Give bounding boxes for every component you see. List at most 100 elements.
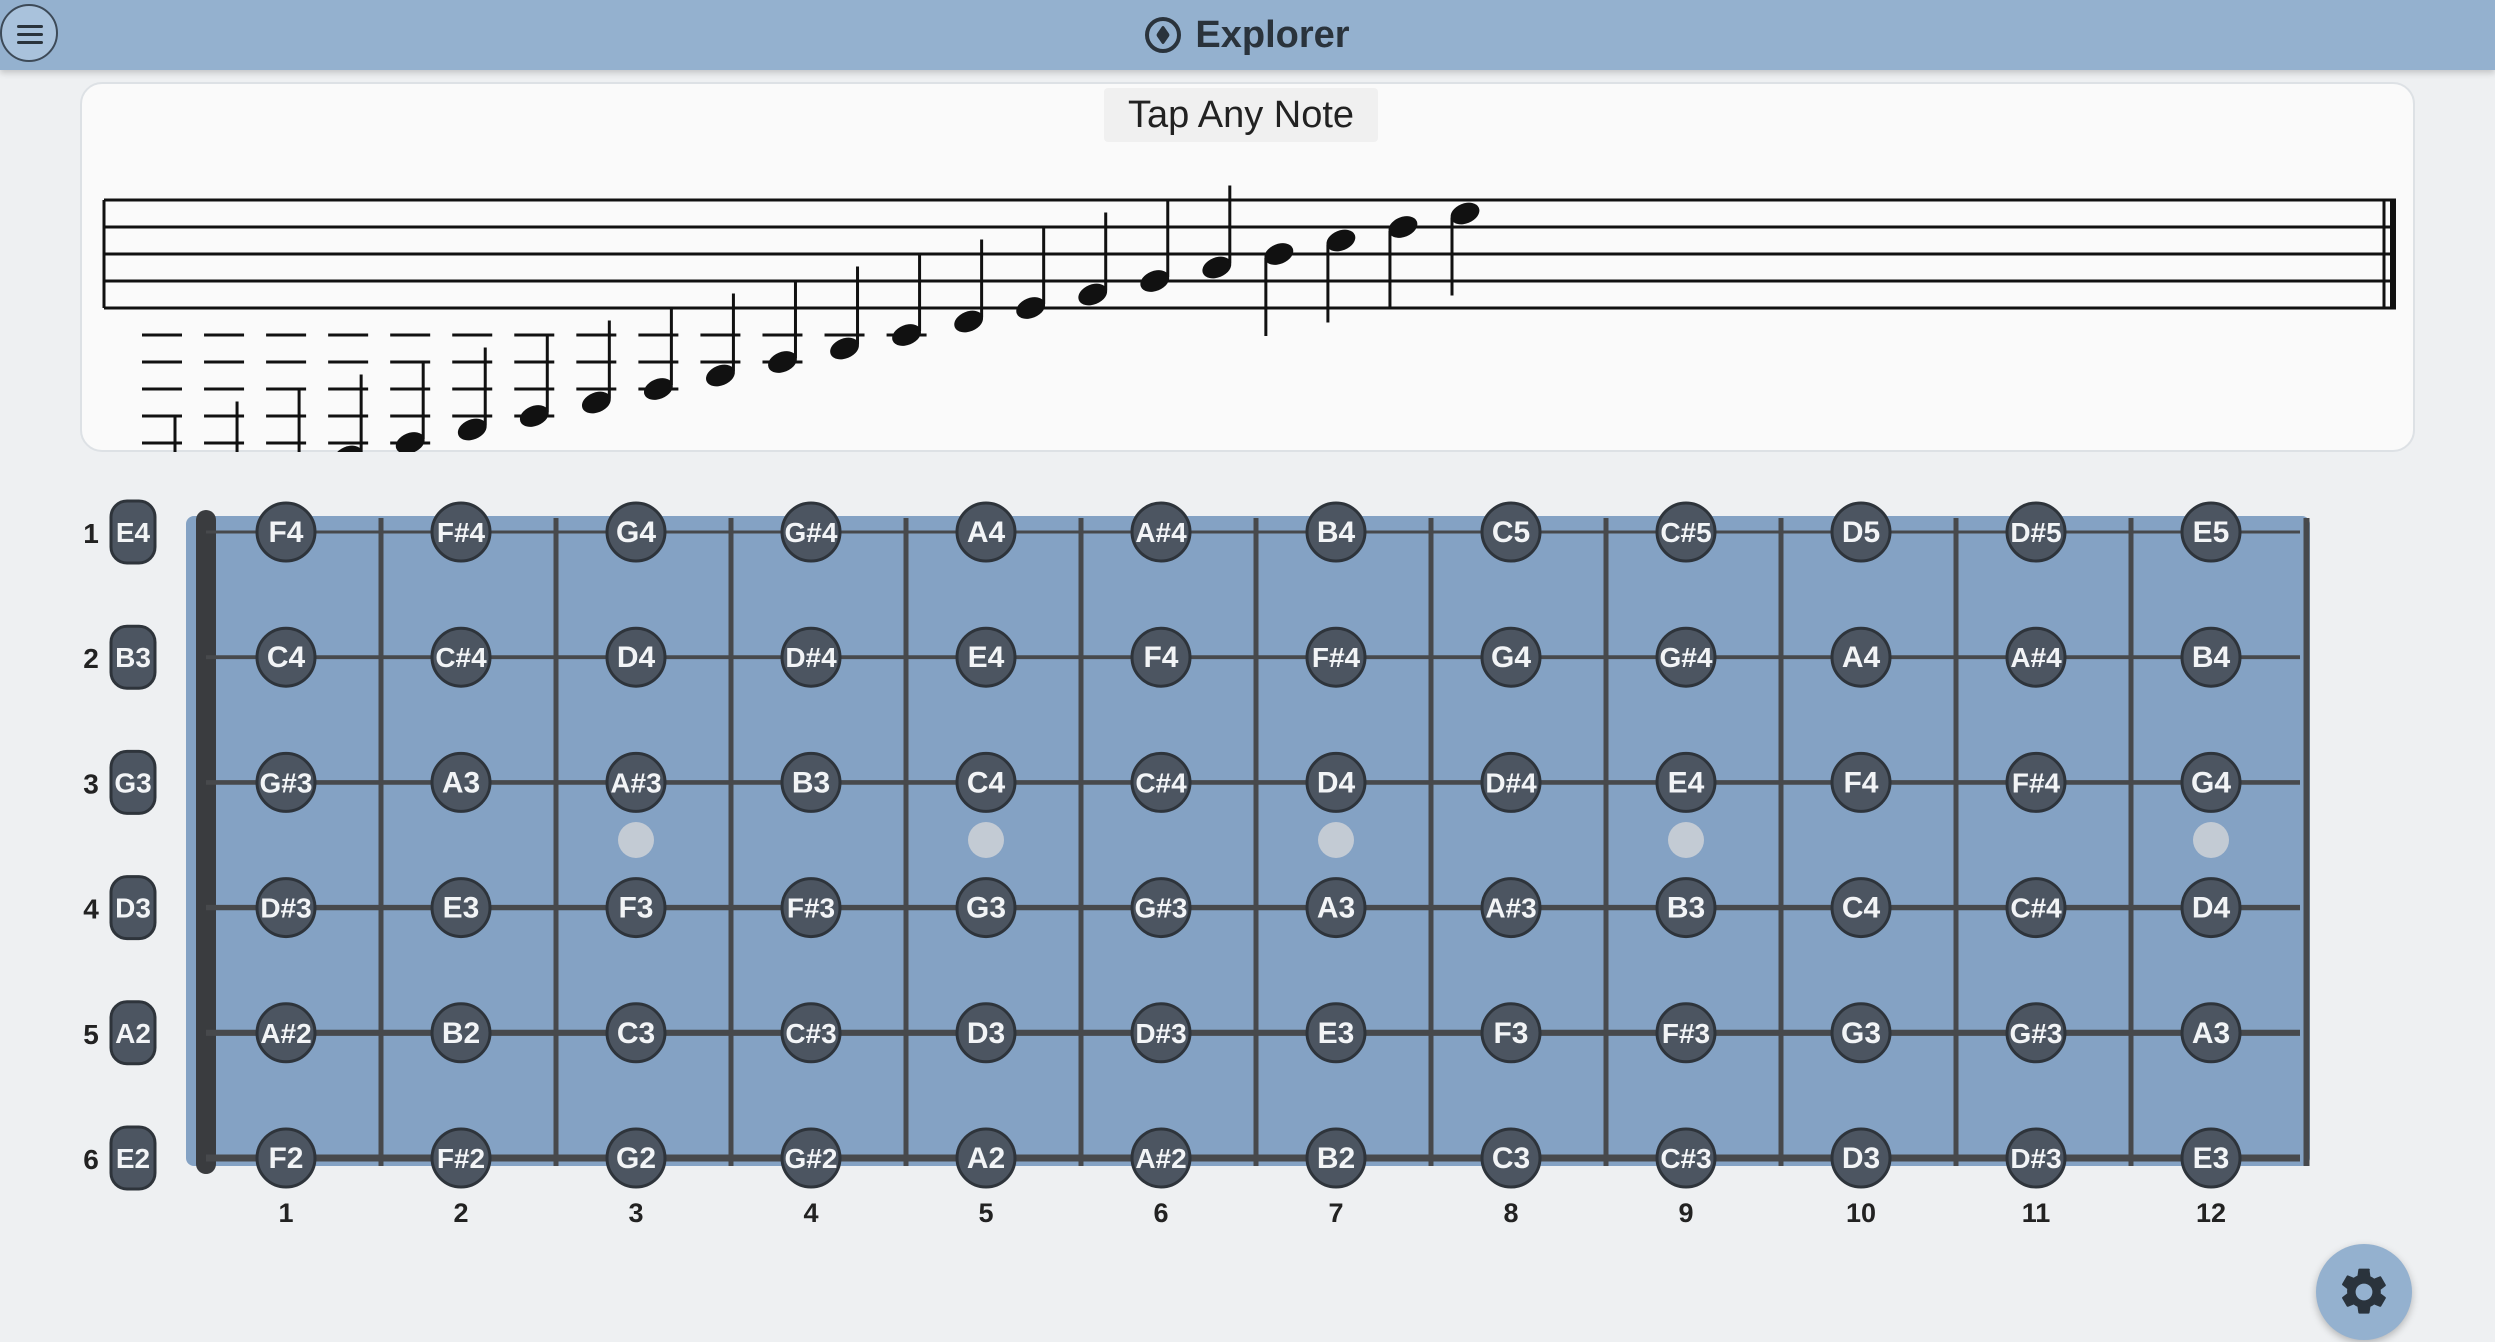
fret-note[interactable]: C#4 bbox=[1130, 751, 1192, 813]
staff-note[interactable] bbox=[1013, 226, 1048, 323]
staff-note[interactable] bbox=[576, 320, 617, 418]
fret-note[interactable]: E4 bbox=[1655, 751, 1717, 813]
fret-note[interactable]: D4 bbox=[2180, 877, 2242, 939]
open-string-note[interactable]: E2 bbox=[109, 1125, 157, 1191]
staff-note[interactable] bbox=[1137, 199, 1172, 296]
fret-note[interactable]: G3 bbox=[1830, 1002, 1892, 1064]
fret-note[interactable]: G#2 bbox=[780, 1127, 842, 1189]
fret-note[interactable]: F3 bbox=[605, 877, 667, 939]
staff-note[interactable] bbox=[142, 333, 182, 452]
fret-note[interactable]: C4 bbox=[1830, 877, 1892, 939]
note-label: B3 bbox=[115, 642, 151, 673]
fret-note[interactable]: A#4 bbox=[2005, 626, 2067, 688]
open-string-note[interactable]: B3 bbox=[109, 624, 157, 690]
staff-note[interactable] bbox=[762, 280, 803, 377]
fret-note[interactable]: C#4 bbox=[430, 626, 492, 688]
staff-note[interactable] bbox=[514, 333, 555, 431]
fret-note[interactable]: D#3 bbox=[255, 877, 317, 939]
fret-note[interactable]: B4 bbox=[1305, 501, 1367, 563]
fret-note[interactable]: A#3 bbox=[605, 751, 667, 813]
fret-note[interactable]: C3 bbox=[1480, 1127, 1542, 1189]
fret-note[interactable]: A3 bbox=[430, 751, 492, 813]
fret-note[interactable]: F#4 bbox=[1305, 626, 1367, 688]
fret-note[interactable]: D#5 bbox=[2005, 501, 2067, 563]
fret-note[interactable]: D3 bbox=[955, 1002, 1017, 1064]
staff-note[interactable] bbox=[1385, 212, 1420, 309]
fret-note[interactable]: C5 bbox=[1480, 501, 1542, 563]
staff-note[interactable] bbox=[390, 333, 431, 452]
staff-note[interactable] bbox=[204, 333, 245, 452]
fret-marker-dot bbox=[1668, 822, 1704, 858]
fret-note[interactable]: A3 bbox=[2180, 1002, 2242, 1064]
staff-note[interactable] bbox=[1261, 239, 1296, 336]
fret-note[interactable]: A#2 bbox=[1130, 1127, 1192, 1189]
fret-note[interactable]: F#3 bbox=[780, 877, 842, 939]
fret-note[interactable]: G4 bbox=[2180, 751, 2242, 813]
fret-note[interactable]: A2 bbox=[955, 1127, 1017, 1189]
fret-note[interactable]: C4 bbox=[955, 751, 1017, 813]
fret-note[interactable]: F4 bbox=[1130, 626, 1192, 688]
fret-note[interactable]: C#3 bbox=[1655, 1127, 1717, 1189]
fret-note[interactable]: D4 bbox=[605, 626, 667, 688]
fret-note[interactable]: A#4 bbox=[1130, 501, 1192, 563]
string-number: 2 bbox=[83, 643, 99, 674]
fret-note[interactable]: B3 bbox=[1655, 877, 1717, 939]
fret-note[interactable]: G#4 bbox=[780, 501, 842, 563]
fret-note[interactable]: D5 bbox=[1830, 501, 1892, 563]
fret-note[interactable]: G3 bbox=[955, 877, 1017, 939]
open-string-note[interactable]: G3 bbox=[109, 749, 157, 815]
fret-note[interactable]: F4 bbox=[1830, 751, 1892, 813]
staff-note[interactable] bbox=[886, 253, 927, 350]
fret-note[interactable]: D3 bbox=[1830, 1127, 1892, 1189]
fret-note[interactable]: F#4 bbox=[430, 501, 492, 563]
fret-note[interactable]: F4 bbox=[255, 501, 317, 563]
fret-note[interactable]: G#3 bbox=[2005, 1002, 2067, 1064]
fret-note[interactable]: B3 bbox=[780, 751, 842, 813]
open-string-note[interactable]: A2 bbox=[109, 1000, 157, 1066]
settings-button[interactable] bbox=[2316, 1244, 2412, 1340]
fret-note[interactable]: C3 bbox=[605, 1002, 667, 1064]
fret-note[interactable]: E5 bbox=[2180, 501, 2242, 563]
note-label: D4 bbox=[617, 641, 656, 674]
fret-note[interactable]: C4 bbox=[255, 626, 317, 688]
fret-note[interactable]: G#3 bbox=[1130, 877, 1192, 939]
fret-note[interactable]: B2 bbox=[1305, 1127, 1367, 1189]
staff-note[interactable] bbox=[328, 333, 369, 452]
fret-note[interactable]: C#3 bbox=[780, 1002, 842, 1064]
fret-note[interactable]: A4 bbox=[1830, 626, 1892, 688]
open-string-note[interactable]: E4 bbox=[109, 499, 157, 565]
fret-note[interactable]: D#4 bbox=[780, 626, 842, 688]
fret-note[interactable]: C#4 bbox=[2005, 877, 2067, 939]
staff-note[interactable] bbox=[266, 333, 307, 452]
fret-note[interactable]: F#2 bbox=[430, 1127, 492, 1189]
fret-note[interactable]: D#4 bbox=[1480, 751, 1542, 813]
fret-note[interactable]: G4 bbox=[1480, 626, 1542, 688]
fret-note[interactable]: E3 bbox=[1305, 1002, 1367, 1064]
fret-note[interactable]: A#3 bbox=[1480, 877, 1542, 939]
fret-note[interactable]: F3 bbox=[1480, 1002, 1542, 1064]
fret-number: 7 bbox=[1328, 1198, 1343, 1228]
fret-note[interactable]: G#3 bbox=[255, 751, 317, 813]
staff-note[interactable] bbox=[638, 307, 679, 404]
note-label: A#2 bbox=[1135, 1143, 1186, 1174]
fret-note[interactable]: E3 bbox=[430, 877, 492, 939]
fret-note[interactable]: D4 bbox=[1305, 751, 1367, 813]
fret-note[interactable]: F#3 bbox=[1655, 1002, 1717, 1064]
fret-note[interactable]: D#3 bbox=[1130, 1002, 1192, 1064]
fret-note[interactable]: G#4 bbox=[1655, 626, 1717, 688]
staff-note[interactable] bbox=[452, 333, 493, 444]
fret-note[interactable]: E4 bbox=[955, 626, 1017, 688]
fret-note[interactable]: E3 bbox=[2180, 1127, 2242, 1189]
fret-note[interactable]: G4 bbox=[605, 501, 667, 563]
fret-note[interactable]: D#3 bbox=[2005, 1127, 2067, 1189]
fret-note[interactable]: F#4 bbox=[2005, 751, 2067, 813]
fret-note[interactable]: A#2 bbox=[255, 1002, 317, 1064]
fret-note[interactable]: A3 bbox=[1305, 877, 1367, 939]
fret-note[interactable]: G2 bbox=[605, 1127, 667, 1189]
open-string-note[interactable]: D3 bbox=[109, 875, 157, 941]
fret-note[interactable]: B4 bbox=[2180, 626, 2242, 688]
fret-note[interactable]: B2 bbox=[430, 1002, 492, 1064]
fret-note[interactable]: F2 bbox=[255, 1127, 317, 1189]
fret-note[interactable]: A4 bbox=[955, 501, 1017, 563]
fret-note[interactable]: C#5 bbox=[1655, 501, 1717, 563]
